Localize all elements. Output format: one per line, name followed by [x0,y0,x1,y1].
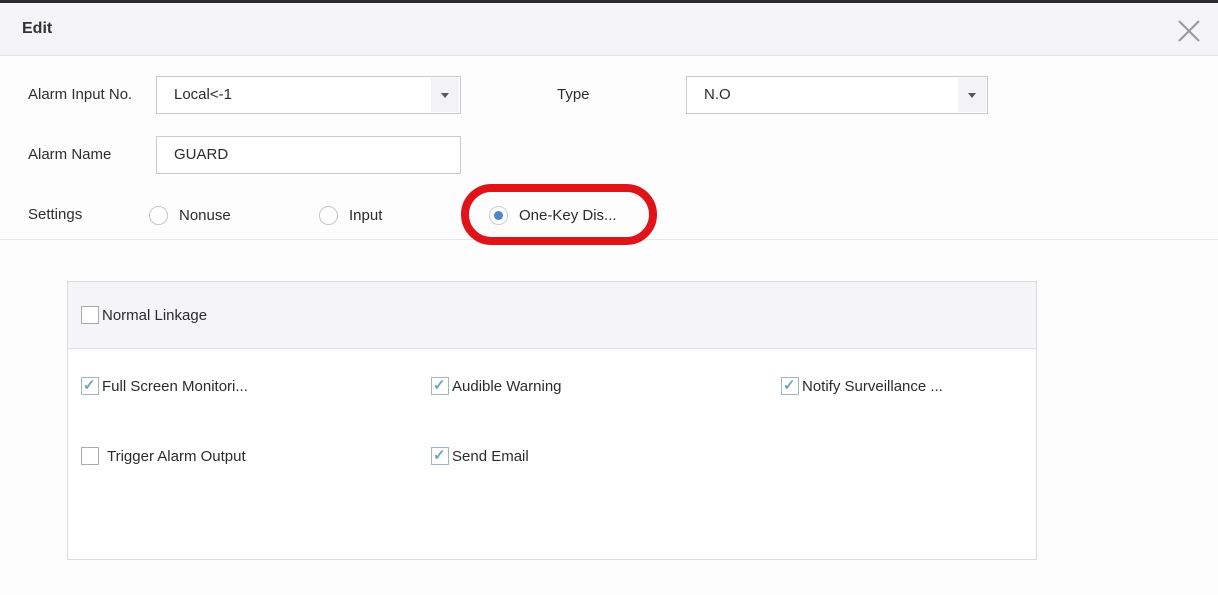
checkbox-notify-surveillance-label: Notify Surveillance ... [802,378,943,395]
dropdown-arrow-icon [968,93,976,98]
alarm-input-no-dropdown-button[interactable] [431,78,459,112]
type-dropdown-button[interactable] [958,78,986,112]
checkbox-notify-surveillance[interactable]: Notify Surveillance ... [781,377,943,395]
radio-input[interactable]: Input [319,206,382,225]
checkbox-normal-linkage[interactable]: Normal Linkage [81,306,207,324]
radio-one-key-label: One-Key Dis... [519,207,617,224]
alarm-name-label: Alarm Name [28,145,111,165]
radio-circle-icon [149,206,168,225]
linkage-panel-header: Normal Linkage [68,282,1036,349]
close-icon [1176,18,1202,44]
divider [0,239,1218,240]
checkbox-full-screen-monitoring-label: Full Screen Monitori... [102,378,248,395]
type-label: Type [557,85,590,105]
alarm-name-value: GUARD [174,137,228,173]
dropdown-arrow-icon [441,93,449,98]
checkbox-icon [431,447,449,465]
checkbox-full-screen-monitoring[interactable]: Full Screen Monitori... [81,377,248,395]
close-button[interactable] [1172,14,1206,48]
checkbox-icon [81,377,99,395]
alarm-input-no-label: Alarm Input No. [28,85,132,105]
radio-circle-icon [489,206,508,225]
checkbox-normal-linkage-label: Normal Linkage [102,307,207,324]
checkbox-icon [431,377,449,395]
radio-nonuse[interactable]: Nonuse [149,206,231,225]
checkbox-send-email[interactable]: Send Email [431,447,529,465]
settings-label: Settings [28,205,82,225]
checkbox-trigger-alarm-output[interactable]: Trigger Alarm Output [81,447,246,465]
checkbox-audible-warning-label: Audible Warning [452,378,562,395]
checkbox-icon [81,447,99,465]
radio-one-key-disarming[interactable]: One-Key Dis... [489,206,617,225]
checkbox-send-email-label: Send Email [452,448,529,465]
checkbox-icon [81,306,99,324]
dialog-titlebar: Edit [0,3,1218,56]
dialog-title: Edit [22,20,52,38]
alarm-name-input[interactable]: GUARD [156,136,461,174]
alarm-input-no-value: Local<-1 [174,77,232,113]
type-value: N.O [704,77,731,113]
linkage-panel: Normal Linkage Full Screen Monitori... A… [67,281,1037,560]
radio-nonuse-label: Nonuse [179,207,231,224]
checkbox-audible-warning[interactable]: Audible Warning [431,377,562,395]
type-dropdown[interactable]: N.O [686,76,988,114]
alarm-input-no-dropdown[interactable]: Local<-1 [156,76,461,114]
checkbox-icon [781,377,799,395]
radio-circle-icon [319,206,338,225]
radio-input-label: Input [349,207,382,224]
checkbox-trigger-alarm-output-label: Trigger Alarm Output [107,448,246,465]
